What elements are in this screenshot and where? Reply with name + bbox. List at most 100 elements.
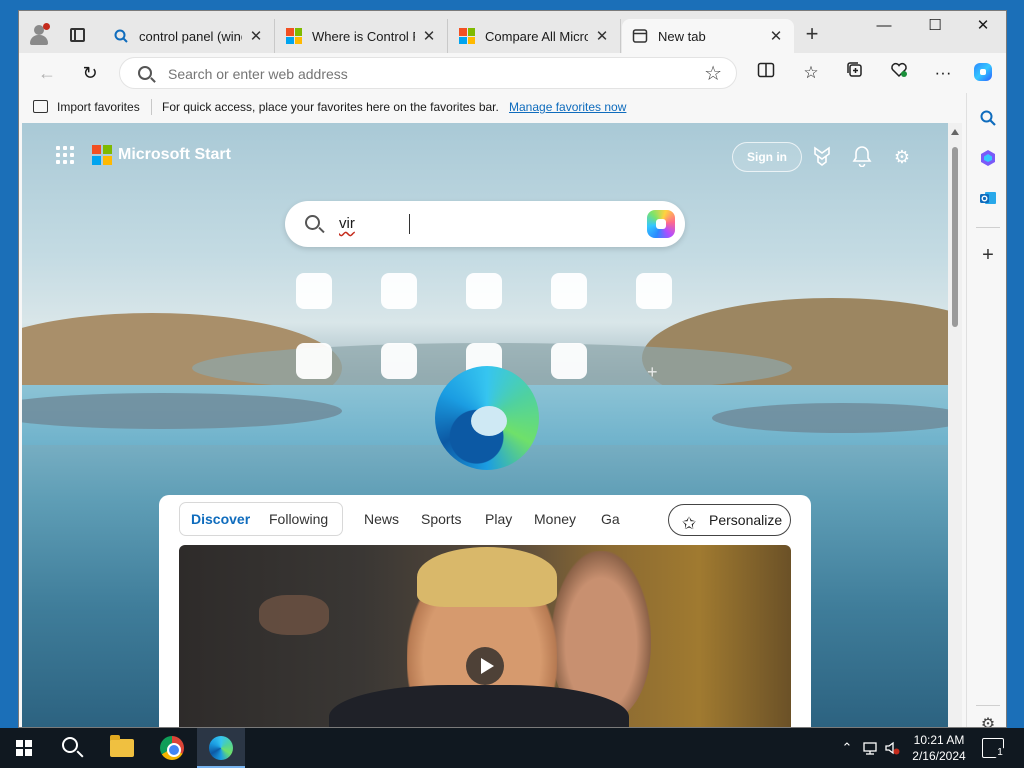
add-sidebar-app-icon[interactable]: +	[976, 243, 1000, 267]
rewards-trophy-icon[interactable]	[810, 145, 834, 169]
tab-discover[interactable]: Discover	[191, 511, 250, 527]
tab-new-tab[interactable]: New tab ✕	[622, 19, 794, 53]
personalize-label: Personalize	[709, 512, 783, 528]
tab-close-icon[interactable]: ✕	[594, 27, 610, 45]
video-thumbnail-detail	[259, 595, 329, 635]
tab-compare-microsoft[interactable]: Compare All Microso ✕	[449, 19, 621, 53]
tab-control-panel-search[interactable]: control panel (windo ✕	[103, 19, 275, 53]
taskbar-search-button[interactable]	[48, 728, 96, 768]
search-icon	[305, 215, 320, 230]
sidebar-divider	[976, 705, 1000, 706]
refresh-icon[interactable]: ↻	[78, 61, 102, 85]
manage-favorites-link[interactable]: Manage favorites now	[509, 100, 626, 114]
search-query-text[interactable]: vir	[339, 215, 355, 232]
maximize-icon[interactable]: ☐	[912, 11, 958, 41]
text-cursor-icon	[409, 214, 410, 234]
browser-toolbar: ← ↻ ☆ ☆ ···	[19, 53, 1006, 93]
feed-category-sports[interactable]: Sports	[421, 511, 461, 527]
back-arrow-icon[interactable]: ←	[35, 61, 59, 85]
add-quick-link-icon[interactable]: +	[647, 362, 658, 383]
copilot-icon[interactable]	[647, 210, 675, 238]
favorites-bar: Import favorites For quick access, place…	[19, 93, 1006, 121]
file-explorer-button[interactable]	[98, 728, 146, 768]
web-search-box[interactable]: vir	[285, 201, 685, 247]
tab-title: New tab	[658, 28, 706, 44]
folder-icon	[110, 735, 134, 757]
tab-where-is-control-panel[interactable]: Where is Control Pa ✕	[276, 19, 448, 53]
address-bar[interactable]: ☆	[119, 57, 737, 89]
tab-close-icon[interactable]: ✕	[248, 27, 264, 45]
new-tab-page: Microsoft Start Sign in ⚙ vir + Discover…	[22, 123, 948, 727]
outlook-icon[interactable]	[976, 189, 1000, 213]
edge-logo-icon	[435, 366, 539, 470]
quick-link-tile[interactable]	[636, 273, 672, 309]
close-window-icon[interactable]: ✕	[960, 11, 1006, 41]
quick-link-tile[interactable]	[381, 343, 417, 379]
favorites-list-icon[interactable]: ☆	[799, 61, 823, 85]
feed-category-gaming[interactable]: Ga	[601, 511, 620, 527]
feed-category-news[interactable]: News	[364, 511, 399, 527]
quick-link-tile[interactable]	[466, 273, 502, 309]
tab-following[interactable]: Following	[269, 511, 328, 527]
windows-taskbar: ⌃ 10:21 AM 2/16/2024 1	[0, 728, 1024, 768]
settings-gear-icon[interactable]: ⚙	[890, 145, 914, 169]
feed-category-money[interactable]: Money	[534, 511, 576, 527]
quick-link-tile[interactable]	[551, 273, 587, 309]
app-launcher-icon[interactable]	[56, 146, 74, 164]
content-feed: Discover Following News Sports Play Mone…	[159, 495, 811, 727]
browser-essentials-heart-icon[interactable]	[887, 61, 911, 85]
quick-link-tile[interactable]	[551, 343, 587, 379]
start-button[interactable]	[0, 728, 48, 768]
volume-muted-icon[interactable]	[884, 740, 900, 756]
divider	[151, 99, 152, 115]
browser-window: control panel (windo ✕ Where is Control …	[18, 10, 1007, 728]
quick-link-tile[interactable]	[296, 273, 332, 309]
clock-time: 10:21 AM	[913, 733, 965, 747]
copilot-icon[interactable]	[971, 61, 995, 85]
tab-title: control panel (windo	[139, 28, 242, 44]
network-icon[interactable]	[862, 740, 878, 756]
edge-sidebar: + ⚙	[966, 93, 1006, 727]
chrome-icon	[160, 736, 184, 760]
play-icon[interactable]	[466, 647, 504, 685]
feed-category-play[interactable]: Play	[485, 511, 512, 527]
notification-count-badge: 1	[994, 747, 1006, 759]
favorites-bar-message: For quick access, place your favorites h…	[162, 100, 499, 114]
system-clock[interactable]: 10:21 AM 2/16/2024	[905, 732, 973, 764]
scrollbar-thumb[interactable]	[952, 147, 958, 327]
search-sidebar-icon[interactable]	[976, 109, 1000, 133]
microsoft-logo-icon	[92, 145, 112, 165]
chrome-button[interactable]	[148, 728, 196, 768]
search-icon	[138, 66, 152, 80]
address-input[interactable]	[168, 63, 668, 85]
edge-taskbar-button[interactable]	[197, 728, 245, 768]
personalize-button[interactable]: ✩ Personalize	[668, 504, 791, 536]
tab-title: Where is Control Pa	[312, 28, 415, 44]
minimize-icon[interactable]: —	[861, 11, 907, 41]
collections-icon[interactable]	[843, 61, 867, 85]
search-icon	[113, 28, 129, 44]
sidebar-settings-gear-icon[interactable]: ⚙	[976, 713, 1000, 727]
tab-close-icon[interactable]: ✕	[768, 27, 784, 45]
import-favorites-button[interactable]: Import favorites	[57, 100, 140, 114]
profile-avatar-icon[interactable]	[27, 23, 51, 47]
split-screen-icon[interactable]	[754, 61, 778, 85]
tab-actions-menu-icon[interactable]	[65, 23, 89, 47]
quick-link-tile[interactable]	[296, 343, 332, 379]
featured-video-card[interactable]	[179, 545, 791, 727]
edge-icon	[209, 736, 233, 760]
quick-link-tile[interactable]	[381, 273, 417, 309]
scroll-up-arrow-icon[interactable]	[951, 129, 959, 135]
tab-title: Compare All Microso	[485, 28, 588, 44]
tab-close-icon[interactable]: ✕	[421, 27, 437, 45]
microsoft-365-icon[interactable]	[976, 149, 1000, 173]
more-options-icon[interactable]: ···	[931, 61, 955, 85]
page-scrollbar[interactable]	[948, 123, 962, 727]
microsoft-start-brand[interactable]: Microsoft Start	[56, 145, 231, 165]
sign-in-button[interactable]: Sign in	[732, 142, 802, 172]
add-favorite-star-icon[interactable]: ☆	[704, 61, 722, 86]
new-tab-plus-icon[interactable]: +	[801, 23, 823, 46]
show-hidden-icons-chevron-icon[interactable]: ⌃	[839, 740, 855, 756]
notifications-bell-icon[interactable]	[850, 145, 874, 169]
windows-logo-icon	[16, 740, 32, 756]
